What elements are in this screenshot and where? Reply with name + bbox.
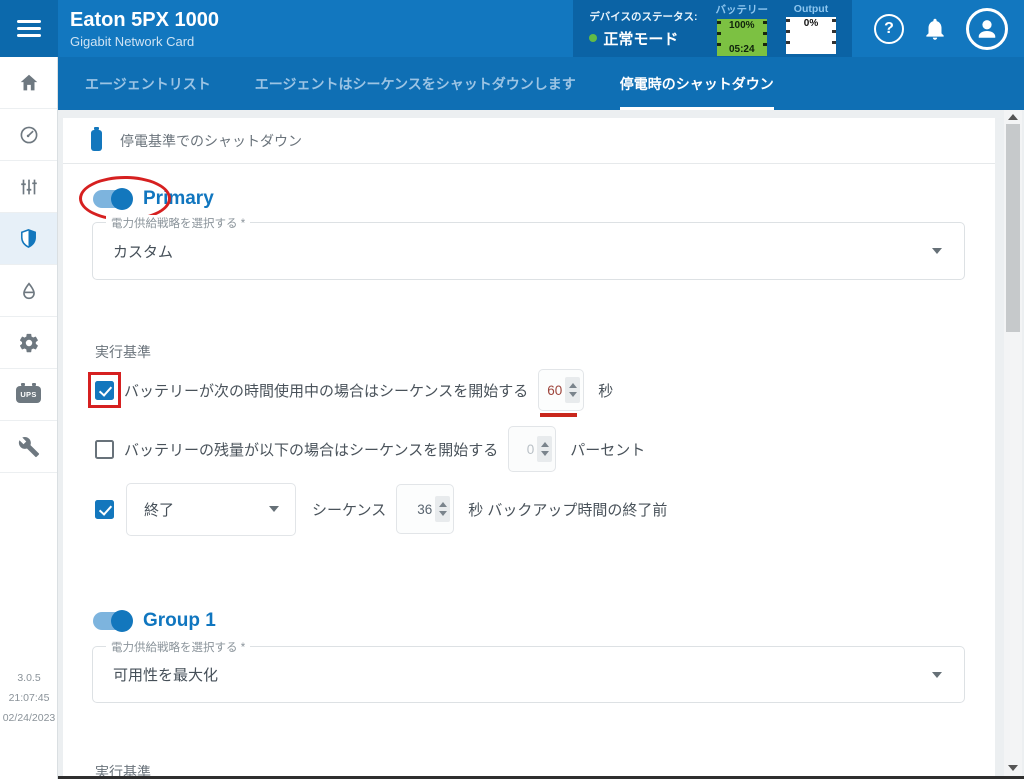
sidebar-item-ups[interactable]: UPS [0, 369, 57, 421]
system-time: 21:07:45 [8, 691, 50, 704]
output-gauge: 0% [786, 17, 836, 54]
primary-group-name: Primary [143, 188, 214, 209]
stepper-arrows-icon[interactable] [435, 496, 451, 522]
output-gauge-block: Output 0% [786, 3, 836, 54]
sidebar-item-protection[interactable] [0, 213, 57, 265]
shield-icon [21, 229, 36, 248]
sequence-end-select[interactable]: 終了 [126, 482, 296, 536]
device-status-label: デバイスのステータス: [589, 10, 698, 23]
criteria-heading: 実行基準 [95, 344, 151, 360]
criteria-row-battery-time: バッテリーが次の時間使用中の場合はシーケンスを開始する 60 秒 [88, 368, 614, 417]
chevron-down-icon [932, 671, 942, 678]
droplet-icon [22, 281, 35, 299]
sequence-end-checkbox[interactable] [95, 499, 114, 519]
battery-capacity-unit: パーセント [570, 441, 646, 459]
primary-strategy-value: カスタム [113, 243, 174, 261]
group1-toggle-row: Group 1 [93, 610, 216, 632]
battery-percent: 100% [728, 19, 755, 31]
output-percent: 0% [803, 18, 819, 29]
help-icon[interactable]: ? [874, 13, 904, 44]
chevron-down-icon [269, 506, 279, 512]
primary-strategy-label: 電力供給戦略を選択する * [106, 215, 251, 231]
sequence-end-select-value: 終了 [144, 501, 175, 519]
topbar-actions: ? [852, 7, 1024, 50]
user-avatar-icon[interactable] [966, 7, 1008, 50]
ups-icon: UPS [16, 383, 41, 403]
sidebar-item-settings-sliders[interactable] [0, 161, 57, 213]
scroll-down-icon[interactable] [1008, 765, 1018, 771]
battery-time-value: 60 [547, 382, 563, 398]
sidebar: UPS 3.0.5 21:07:45 02/24/2023 [0, 57, 58, 779]
home-icon [20, 74, 37, 90]
version-block: 3.0.5 21:07:45 02/24/2023 [0, 669, 58, 729]
battery-gauge-label: バッテリー [715, 3, 769, 16]
card-header: 停電基準でのシャットダウン [63, 118, 995, 164]
app-title: Eaton 5PX 1000 [70, 8, 219, 31]
battery-section-icon [91, 127, 102, 151]
sequence-mid-label: シーケンス [312, 501, 387, 519]
scroll-up-icon[interactable] [1008, 114, 1018, 120]
firmware-version: 3.0.5 [17, 672, 41, 684]
sliders-icon [20, 179, 37, 194]
battery-capacity-label: バッテリーの残量が以下の場合はシーケンスを開始する [124, 441, 499, 459]
chevron-down-icon [932, 248, 942, 254]
device-status: デバイスのステータス: 正常モード [589, 9, 698, 49]
wrench-icon [18, 436, 39, 457]
tab-agent-shutdown-sequence[interactable]: エージェントはシーケンスをシャットダウンします [255, 57, 576, 110]
device-status-panel: デバイスのステータス: 正常モード バッテリー 100% 05:24 Outpu… [573, 0, 852, 57]
sidebar-item-home[interactable] [0, 57, 57, 109]
tab-shutdown-on-power-outage[interactable]: 停電時のシャットダウン [619, 57, 774, 110]
group1-strategy-select[interactable]: 電力供給戦略を選択する * 可用性を最大化 [92, 639, 965, 703]
system-date: 02/24/2023 [2, 711, 56, 724]
sequence-end-value: 36 [417, 501, 433, 517]
status-green-dot-icon [589, 34, 598, 42]
criteria-row-battery-capacity: バッテリーの残量が以下の場合はシーケンスを開始する 0 パーセント [95, 425, 645, 473]
stepper-arrows-icon[interactable] [565, 377, 581, 403]
output-gauge-label: Output [793, 3, 829, 15]
group1-strategy-label: 電力供給戦略を選択する * [106, 639, 251, 655]
battery-gauge-block: バッテリー 100% 05:24 [715, 2, 769, 56]
primary-toggle-row: Primary [79, 176, 214, 221]
sidebar-item-meters[interactable] [0, 109, 57, 161]
scrollbar-thumb[interactable] [1006, 124, 1020, 332]
group1-name: Group 1 [143, 610, 216, 631]
sequence-end-input[interactable]: 36 [396, 484, 455, 534]
hamburger-menu-icon[interactable] [0, 0, 58, 57]
tab-bar: エージェントリスト エージェントはシーケンスをシャットダウンします 停電時のシャ… [58, 57, 1024, 110]
battery-capacity-value: 0 [526, 441, 535, 457]
vertical-scrollbar[interactable] [1004, 110, 1022, 779]
sidebar-item-system-settings[interactable] [0, 317, 57, 369]
battery-time-checkbox[interactable] [95, 380, 114, 400]
sequence-end-unit: 秒 バックアップ時間の終了前 [468, 501, 668, 519]
stepper-arrows-icon[interactable] [537, 436, 553, 462]
shutdown-settings-card: 停電基準でのシャットダウン Primary 電力供給戦略を選択する * カスタム… [63, 118, 995, 779]
gear-icon [19, 333, 38, 352]
tab-agent-list[interactable]: エージェントリスト [85, 57, 211, 110]
battery-time-input[interactable]: 60 [538, 369, 585, 417]
gauge-icon [20, 126, 37, 143]
battery-gauge: 100% 05:24 [716, 18, 767, 56]
primary-toggle[interactable] [93, 188, 133, 210]
battery-capacity-input[interactable]: 0 [508, 426, 557, 472]
device-status-value: 正常モード [603, 30, 679, 48]
battery-time-unit: 秒 [598, 382, 614, 400]
criteria-row-sequence-end: 終了 シーケンス 36 秒 バックアップ時間の終了前 [95, 482, 667, 536]
notifications-bell-icon[interactable] [922, 16, 948, 42]
battery-time-label: バッテリーが次の時間使用中の場合はシーケンスを開始する [124, 382, 529, 400]
main-content: 停電基準でのシャットダウン Primary 電力供給戦略を選択する * カスタム… [58, 110, 1024, 779]
sidebar-item-maintenance[interactable] [0, 421, 57, 473]
top-header: Eaton 5PX 1000 Gigabit Network Card デバイス… [0, 0, 1024, 57]
battery-time: 05:24 [728, 43, 755, 55]
group1-toggle[interactable] [93, 610, 133, 632]
annotation-red-underline [540, 413, 578, 417]
group1-strategy-value: 可用性を最大化 [113, 667, 219, 684]
sidebar-item-environment[interactable] [0, 265, 57, 317]
section-title: 停電基準でのシャットダウン [120, 132, 302, 149]
battery-capacity-checkbox[interactable] [95, 439, 114, 459]
primary-strategy-select[interactable]: 電力供給戦略を選択する * カスタム [92, 215, 965, 280]
app-subtitle: Gigabit Network Card [70, 33, 195, 49]
app-title-block: Eaton 5PX 1000 Gigabit Network Card [58, 9, 219, 49]
